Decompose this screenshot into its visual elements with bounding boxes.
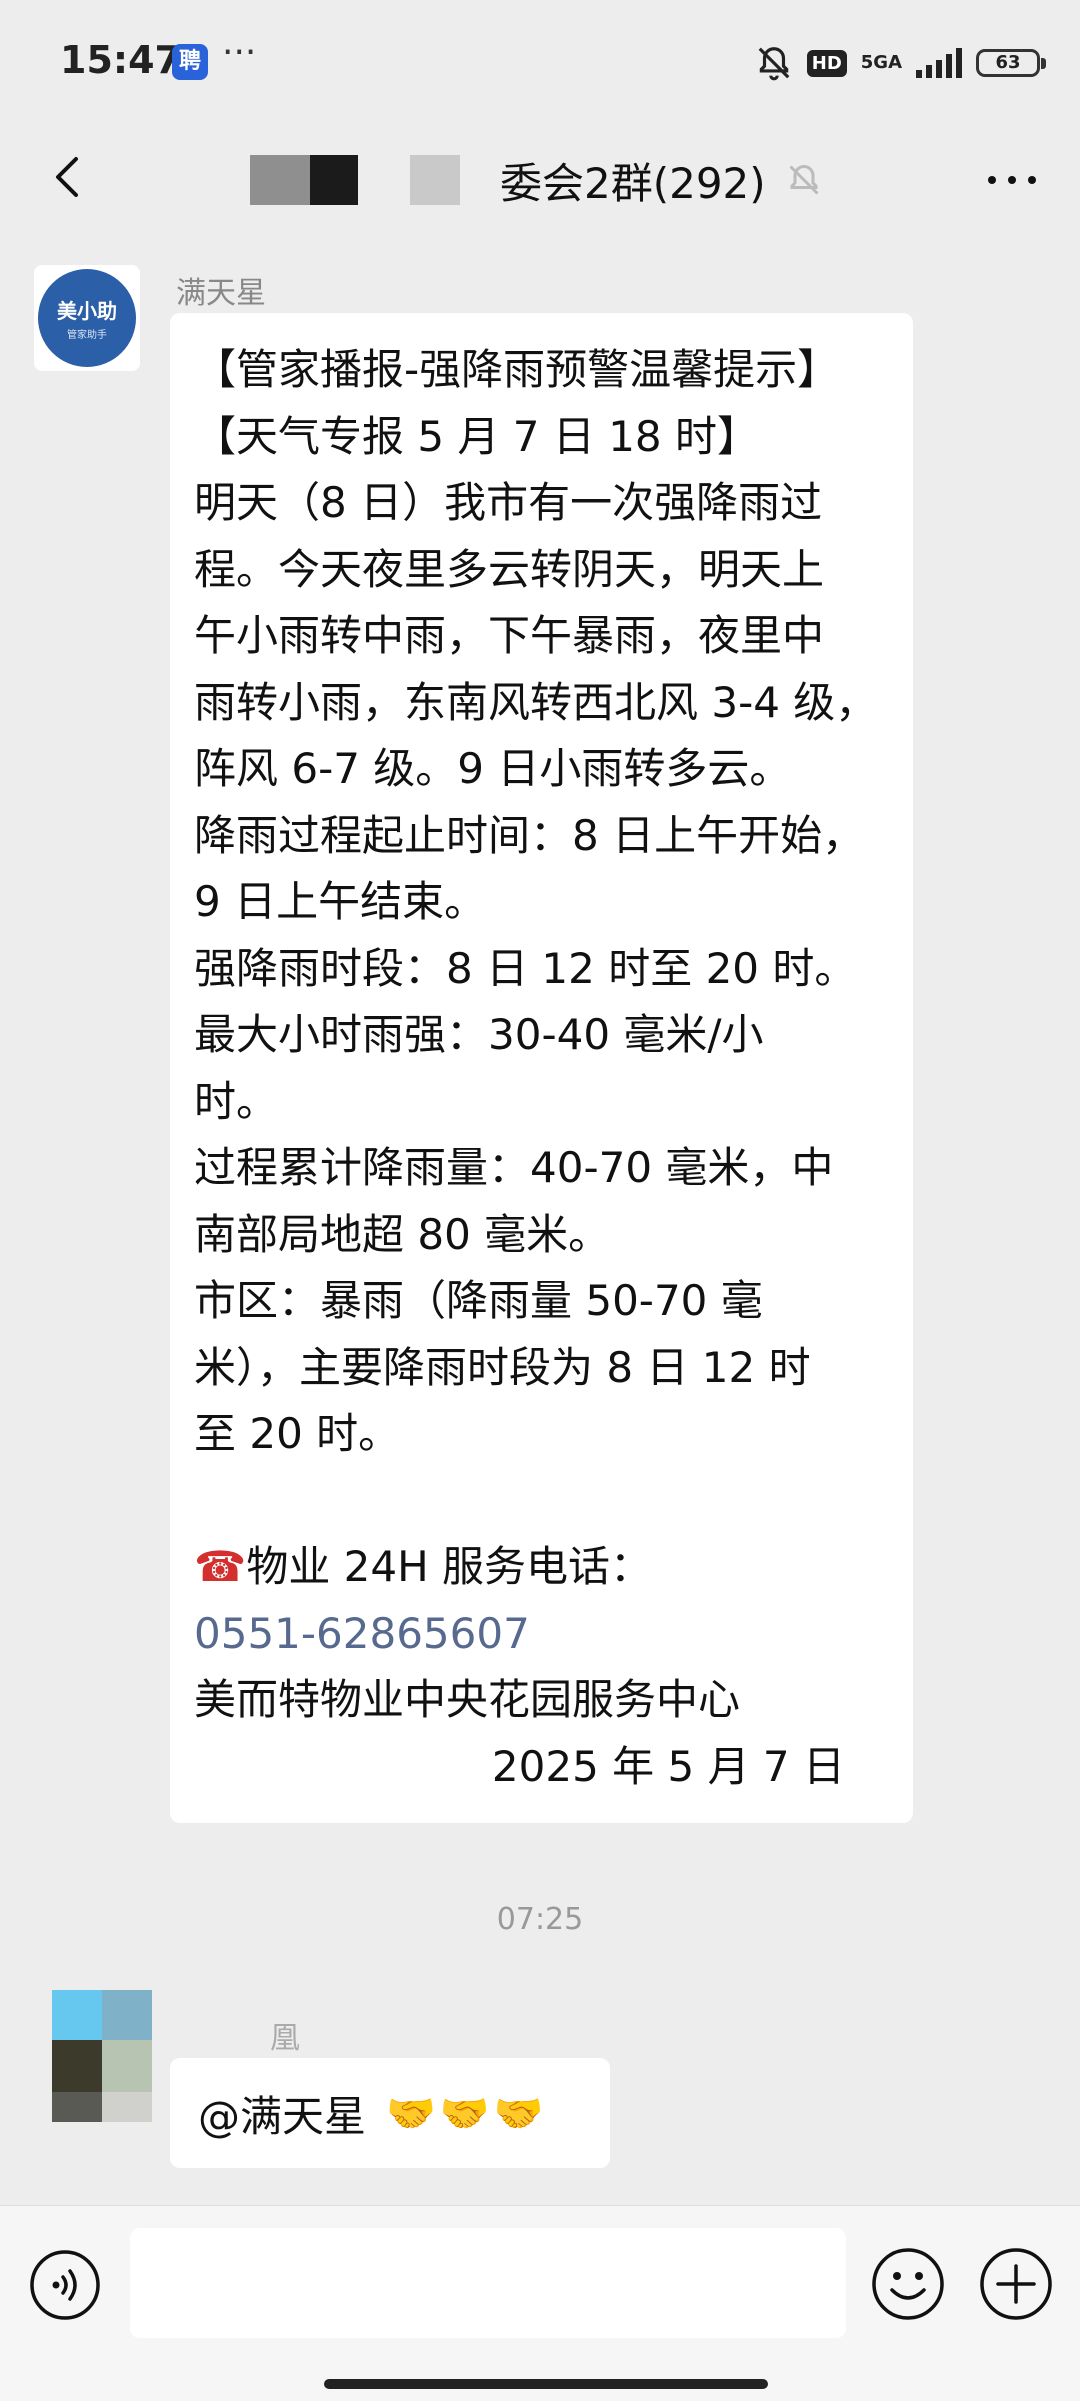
chat-header: 委会2群(292) bbox=[0, 125, 1080, 235]
message-line: 雨转小雨，东南风转西北风 3-4 级， bbox=[194, 677, 878, 727]
avatar-logo-subtext: 管家助手 bbox=[67, 330, 107, 341]
emoji-icon[interactable] bbox=[870, 2246, 946, 2322]
chat-title-area[interactable]: 委会2群(292) bbox=[250, 147, 822, 213]
redacted-block bbox=[310, 155, 358, 205]
status-time: 15:47 bbox=[60, 38, 181, 82]
message-line: 最大小时雨强：30-40 毫米/小 bbox=[194, 1010, 764, 1059]
avatar-logo: 美小助 管家助手 bbox=[38, 269, 136, 367]
mute-bell-icon bbox=[789, 164, 819, 195]
time-separator: 07:25 bbox=[496, 1902, 584, 1937]
telephone-icon: ☎ bbox=[194, 1542, 247, 1591]
organization-name: 美而特物业中央花园服务中心 bbox=[194, 1675, 741, 1724]
message-line: 午小雨转中雨，下午暴雨，夜里中 bbox=[194, 611, 825, 660]
message-date: 2025 年 5 月 7 日 bbox=[491, 1741, 845, 1791]
avatar[interactable]: 美小助 管家助手 bbox=[34, 265, 140, 371]
message-line: 程。今天夜里多云转阴天，明天上 bbox=[194, 544, 825, 594]
hd-icon: HD bbox=[806, 49, 847, 77]
message-line: 至 20 时。 bbox=[194, 1409, 401, 1458]
message-input[interactable] bbox=[130, 2228, 846, 2338]
network-type-label: 5GA bbox=[860, 52, 902, 73]
redacted-block bbox=[410, 155, 460, 205]
handshake-emojis: 🤝🤝🤝 bbox=[386, 2090, 548, 2137]
message-line: 过程累计降雨量：40-70 毫米，中 bbox=[194, 1143, 834, 1192]
avatar-logo-text: 美小助 bbox=[57, 299, 117, 323]
message-bubble[interactable]: 【管家播报-强降雨预警温馨提示】 【天气专报 5 月 7 日 18 时】 明天（… bbox=[170, 313, 913, 1823]
signal-icon bbox=[916, 48, 962, 78]
service-label: 物业 24H 服务电话： bbox=[246, 1542, 653, 1591]
message-line: 阵风 6-7 级。9 日小雨转多云。 bbox=[194, 744, 792, 793]
phone-number-link[interactable]: 0551-62865607 bbox=[194, 1601, 893, 1668]
sender-name: 满天星 bbox=[176, 276, 266, 311]
status-indicators: HD 5GA 63 bbox=[755, 40, 1046, 86]
plus-icon[interactable] bbox=[978, 2246, 1054, 2322]
mention-text: @满天星 bbox=[198, 2091, 367, 2141]
message-line: 明天（8 日）我市有一次强降雨过 bbox=[194, 478, 823, 527]
input-bar bbox=[0, 2205, 1080, 2401]
recruit-app-icon: 聘 bbox=[172, 44, 208, 80]
message-bubble[interactable]: @满天星 🤝🤝🤝 bbox=[170, 2058, 610, 2168]
more-icon[interactable] bbox=[982, 165, 1042, 195]
message-line: 强降雨时段：8 日 12 时至 20 时。 bbox=[194, 943, 857, 993]
redacted-block bbox=[250, 155, 310, 205]
back-icon[interactable] bbox=[42, 147, 102, 207]
service-line: ☎物业 24H 服务电话： bbox=[194, 1534, 893, 1601]
message-line: 市区：暴雨（降雨量 50-70 毫 bbox=[194, 1276, 763, 1325]
message-line: 降雨过程起止时间：8 日上午开始， bbox=[194, 810, 865, 860]
voice-icon[interactable] bbox=[28, 2248, 102, 2322]
home-indicator[interactable] bbox=[324, 2379, 768, 2389]
sender-name: 凰 bbox=[270, 2021, 300, 2056]
status-more-icon: ··· bbox=[222, 32, 257, 73]
status-bar: 15:47 聘 ··· HD 5GA 63 bbox=[0, 0, 1080, 125]
avatar[interactable] bbox=[34, 1990, 152, 2122]
chat-title: 委会2群(292) bbox=[500, 158, 766, 208]
message-line: 米），主要降雨时段为 8 日 12 时 bbox=[194, 1342, 811, 1392]
message-line: 9 日上午结束。 bbox=[194, 877, 487, 926]
message-line: 时。 bbox=[194, 1076, 279, 1126]
message-line: 南部局地超 80 毫米。 bbox=[194, 1209, 611, 1259]
mute-notification-icon bbox=[758, 47, 790, 81]
battery-icon: 63 bbox=[976, 49, 1046, 77]
message-line: 【天气专报 5 月 7 日 18 时】 bbox=[194, 411, 759, 461]
message-line: 【管家播报-强降雨预警温馨提示】 bbox=[194, 345, 840, 394]
